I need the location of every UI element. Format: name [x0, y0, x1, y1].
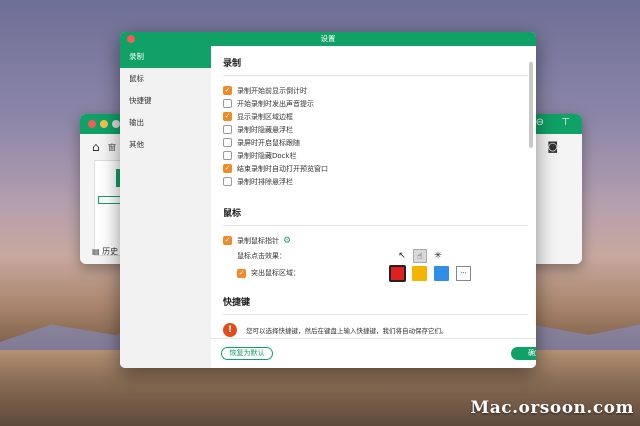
- hide-floatbar-checkbox[interactable]: [223, 125, 232, 134]
- hotkeys-hint-text: 您可以选择快捷键，然后在键盘上输入快捷键，我们将自动保存它们。: [246, 327, 448, 335]
- minimize-dot-icon[interactable]: [100, 120, 108, 128]
- window-title: 设置: [320, 34, 336, 43]
- info-icon: !: [223, 323, 237, 337]
- sidebar-item-hotkeys[interactable]: 快捷键: [120, 90, 211, 112]
- gear-icon[interactable]: ⚙: [283, 236, 291, 246]
- watermark: Mac.orsoon.com: [470, 398, 634, 418]
- camera-icon[interactable]: ◙: [547, 140, 558, 153]
- history-label[interactable]: ▤ 历史: [92, 246, 118, 257]
- option-mouse-follow[interactable]: 录屏时开启鼠标跟随: [223, 136, 536, 149]
- settings-sidebar: 录制 鼠标 快捷键 输出 其他: [120, 46, 211, 368]
- cursor-hand-icon[interactable]: ☝: [413, 249, 427, 263]
- sound-hint-checkbox[interactable]: [223, 99, 232, 108]
- sidebar-item-other[interactable]: 其他: [120, 134, 211, 156]
- lock-icon[interactable]: ⊖: [536, 117, 544, 128]
- option-highlight[interactable]: ✓ 突出鼠标区域：: [237, 268, 300, 278]
- divider: [223, 225, 528, 226]
- highlight-label: 突出鼠标区域：: [251, 269, 300, 277]
- hide-dock-checkbox[interactable]: [223, 151, 232, 160]
- settings-footer: 恢复为默认 确定 取消: [211, 338, 536, 368]
- option-open-preview[interactable]: ✓ 结束录制时自动打开预览窗口: [223, 162, 536, 175]
- option-record-pointer[interactable]: ✓ 录制鼠标指针 ⚙: [223, 234, 536, 247]
- mouse-section-title: 鼠标: [223, 209, 242, 219]
- highlight-color-options: ···: [389, 265, 471, 282]
- highlight-row: ✓ 突出鼠标区域： ···: [223, 265, 536, 283]
- exclude-floatbar-label: 录制时排除悬浮栏: [237, 177, 293, 186]
- home-icon[interactable]: ⌂: [92, 140, 100, 154]
- divider: [223, 75, 528, 76]
- show-border-checkbox[interactable]: ✓: [223, 112, 232, 121]
- hotkeys-section-title: 快捷键: [223, 298, 251, 308]
- cursor-burst-icon[interactable]: ✳: [431, 249, 445, 263]
- option-countdown[interactable]: ✓ 录制开始前显示倒计时: [223, 84, 536, 97]
- exclude-floatbar-checkbox[interactable]: [223, 177, 232, 186]
- record-pointer-checkbox[interactable]: ✓: [223, 236, 232, 245]
- click-effect-options: ↖ ☝ ✳: [395, 249, 445, 263]
- settings-window: 设置 录制 鼠标 快捷键 输出 其他 录制 ✓ 录制开始前显示倒计时 开始录制时…: [120, 32, 536, 368]
- pin-icon[interactable]: ⊤: [561, 117, 570, 128]
- mouse-follow-checkbox[interactable]: [223, 138, 232, 147]
- click-effect-row: 鼠标点击效果： ↖ ☝ ✳: [223, 247, 536, 265]
- close-dot-icon[interactable]: [88, 120, 96, 128]
- more-colors-button[interactable]: ···: [456, 266, 471, 281]
- open-preview-label: 结束录制时自动打开预览窗口: [237, 164, 328, 173]
- ok-button[interactable]: 确定: [511, 347, 536, 360]
- hide-floatbar-label: 录制时隐藏悬浮栏: [237, 125, 293, 134]
- click-effect-label: 鼠标点击效果：: [237, 252, 286, 260]
- hotkeys-hint: ! 您可以选择快捷键，然后在键盘上输入快捷键，我们将自动保存它们。: [223, 323, 536, 337]
- sidebar-item-output[interactable]: 输出: [120, 112, 211, 134]
- option-hide-dock[interactable]: 录制时隐藏Dock栏: [223, 149, 536, 162]
- countdown-checkbox[interactable]: ✓: [223, 86, 232, 95]
- color-swatch-blue[interactable]: [434, 266, 449, 281]
- show-border-label: 显示录制区域边框: [237, 112, 293, 121]
- history-text: 历史: [102, 247, 119, 256]
- open-preview-checkbox[interactable]: ✓: [223, 164, 232, 173]
- sound-hint-label: 开始录制时发出声音提示: [237, 99, 314, 108]
- option-sound-hint[interactable]: 开始录制时发出声音提示: [223, 97, 536, 110]
- divider: [223, 314, 528, 315]
- color-swatch-red[interactable]: [389, 265, 406, 282]
- reset-default-button[interactable]: 恢复为默认: [221, 347, 273, 360]
- option-exclude-floatbar[interactable]: 录制时排除悬浮栏: [223, 175, 536, 188]
- mouse-follow-label: 录屏时开启鼠标跟随: [237, 138, 300, 147]
- mode-input[interactable]: [98, 196, 122, 204]
- sidebar-item-record[interactable]: 录制: [120, 46, 211, 68]
- settings-titlebar: 设置: [120, 32, 536, 46]
- cursor-arrow-icon[interactable]: ↖: [395, 249, 409, 263]
- sidebar-item-mouse[interactable]: 鼠标: [120, 68, 211, 90]
- content-scrollbar[interactable]: [529, 62, 533, 148]
- zoom-dot-icon[interactable]: [112, 120, 120, 128]
- record-section-title: 录制: [223, 59, 242, 69]
- option-show-border[interactable]: ✓ 显示录制区域边框: [223, 110, 536, 123]
- color-swatch-yellow[interactable]: [412, 266, 427, 281]
- option-hide-floatbar[interactable]: 录制时隐藏悬浮栏: [223, 123, 536, 136]
- record-pointer-label: 录制鼠标指针: [237, 236, 279, 245]
- settings-content: 录制 ✓ 录制开始前显示倒计时 开始录制时发出声音提示 ✓ 显示录制区域边框 录…: [211, 46, 536, 338]
- countdown-label: 录制开始前显示倒计时: [237, 86, 307, 95]
- highlight-checkbox[interactable]: ✓: [237, 268, 246, 278]
- hide-dock-label: 录制时隐藏Dock栏: [237, 151, 297, 160]
- home-label: 窗: [108, 143, 116, 152]
